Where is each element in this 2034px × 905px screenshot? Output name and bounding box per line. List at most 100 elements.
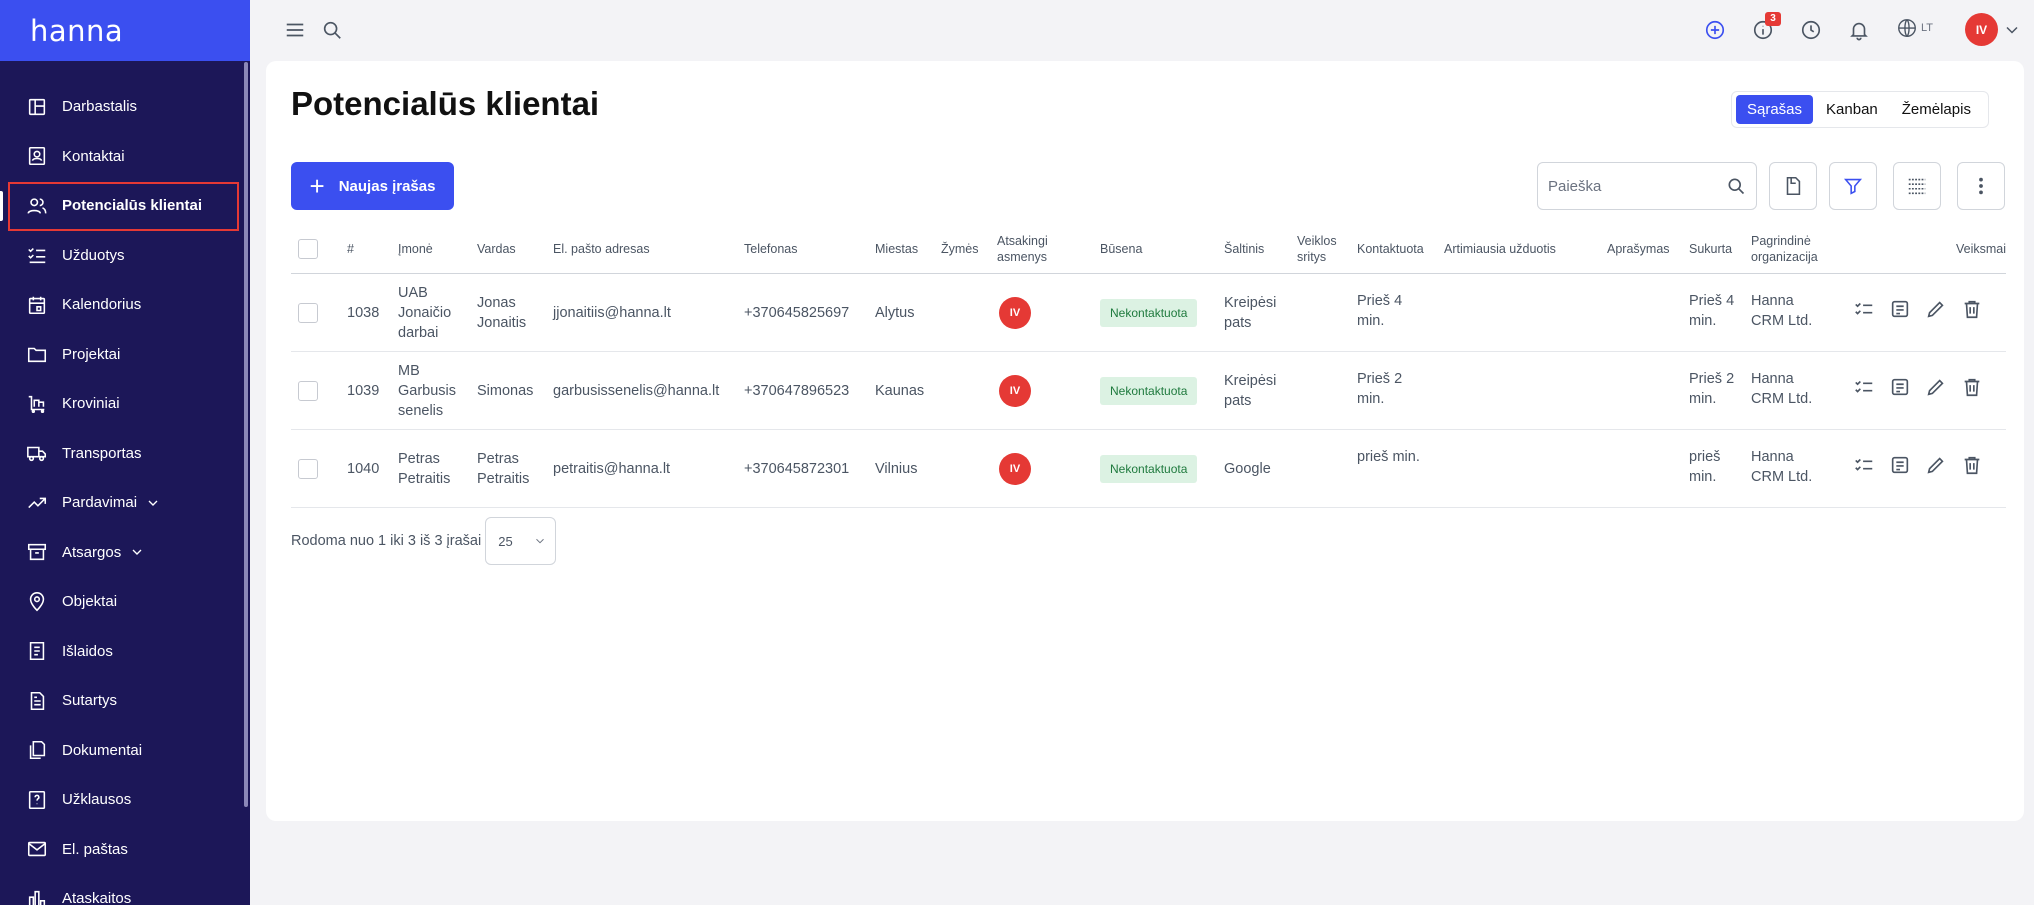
sidebar-item-potencialus-klientai[interactable]: Potencialūs klientai: [0, 181, 250, 231]
search-icon[interactable]: [1726, 176, 1746, 196]
phone-link[interactable]: +370647896523: [744, 352, 849, 430]
col-status[interactable]: Būsena: [1100, 224, 1142, 274]
new-record-button[interactable]: + Naujas įrašas: [291, 162, 454, 210]
sidebar-item-kontaktai[interactable]: Kontaktai: [0, 132, 250, 182]
sidebar-item-label: Išlaidos: [62, 642, 113, 660]
sidebar-item-kalendorius[interactable]: Kalendorius: [0, 280, 250, 330]
columns-button[interactable]: [1893, 162, 1941, 210]
trash-icon[interactable]: [1959, 452, 1984, 477]
chevron-down-icon[interactable]: [145, 495, 161, 511]
name-link[interactable]: Jonas Jonaitis: [477, 274, 547, 352]
select-all-checkbox[interactable]: [298, 239, 318, 259]
col-org[interactable]: Pagrindinė organizacija: [1751, 224, 1831, 274]
menu-icon[interactable]: [280, 15, 310, 45]
chevron-down-icon[interactable]: [2002, 20, 2022, 40]
email-link[interactable]: petraitis@hanna.lt: [553, 430, 670, 508]
edit-icon[interactable]: [1923, 296, 1948, 321]
responsible-avatar[interactable]: IV: [999, 453, 1031, 485]
row-checkbox[interactable]: [298, 459, 318, 479]
table-row[interactable]: 1039 MB Garbusis senelis Simonas garbusisse…: [291, 352, 2006, 430]
col-tags[interactable]: Žymės: [941, 224, 979, 274]
sidebar-item-sutartys[interactable]: Sutartys: [0, 676, 250, 726]
note-icon[interactable]: [1887, 452, 1912, 477]
col-created[interactable]: Sukurta: [1689, 224, 1732, 274]
email-link[interactable]: garbusissenelis@hanna.lt: [553, 352, 719, 430]
sidebar-item-islaidos[interactable]: Išlaidos: [0, 627, 250, 677]
view-map-button[interactable]: Žemėlapis: [1891, 95, 1982, 124]
search-input[interactable]: [1548, 177, 1718, 195]
sidebar-item-ataskaitos[interactable]: Ataskaitos: [0, 874, 250, 905]
col-phone[interactable]: Telefonas: [744, 224, 798, 274]
view-kanban-button[interactable]: Kanban: [1815, 95, 1889, 124]
note-icon[interactable]: [1887, 374, 1912, 399]
lead-id-link[interactable]: 1040: [347, 430, 379, 508]
col-description[interactable]: Aprašymas: [1607, 224, 1670, 274]
info-notifications-icon[interactable]: 3: [1748, 12, 1781, 45]
row-checkbox[interactable]: [298, 381, 318, 401]
col-source[interactable]: Šaltinis: [1224, 224, 1264, 274]
company-link[interactable]: UAB Jonaičio darbai: [398, 274, 468, 352]
row-checkbox[interactable]: [298, 303, 318, 323]
phone-link[interactable]: +370645872301: [744, 430, 849, 508]
per-page-select[interactable]: 25: [485, 517, 557, 565]
edit-icon[interactable]: [1923, 374, 1948, 399]
trash-icon[interactable]: [1959, 374, 1984, 399]
user-avatar[interactable]: IV: [1965, 13, 1998, 46]
responsible-avatar[interactable]: IV: [999, 297, 1031, 329]
add-circle-icon[interactable]: [1700, 15, 1730, 45]
phone-link[interactable]: +370645825697: [744, 274, 849, 352]
lead-id-link[interactable]: 1039: [347, 352, 379, 430]
responsible-avatar[interactable]: IV: [999, 375, 1031, 407]
col-contacted[interactable]: Kontaktuota: [1357, 224, 1424, 274]
col-name[interactable]: Vardas: [477, 224, 516, 274]
sidebar-scrollbar[interactable]: [244, 62, 248, 807]
sidebar-item-atsargos[interactable]: Atsargos: [0, 528, 250, 578]
filter-button[interactable]: [1829, 162, 1877, 210]
col-email[interactable]: El. pašto adresas: [553, 224, 650, 274]
export-button[interactable]: [1769, 162, 1817, 210]
sidebar-item-objektai[interactable]: Objektai: [0, 577, 250, 627]
name-link[interactable]: Simonas: [477, 352, 547, 430]
brand-logo[interactable]: hanna: [0, 0, 250, 61]
language-switch[interactable]: LT: [1896, 17, 1933, 39]
note-icon[interactable]: [1887, 296, 1912, 321]
col-next-task[interactable]: Artimiausia užduotis: [1444, 224, 1556, 274]
sidebar-item-uzklausos[interactable]: Užklausos: [0, 775, 250, 825]
sidebar-item-projektai[interactable]: Projektai: [0, 330, 250, 380]
sidebar-item-pardavimai[interactable]: Pardavimai: [0, 478, 250, 528]
sidebar-item-label: Sutartys: [62, 692, 118, 710]
archive-icon: [26, 541, 48, 563]
sidebar-item-darbastalis[interactable]: Darbastalis: [0, 82, 250, 132]
col-id[interactable]: #: [347, 224, 354, 274]
company-link[interactable]: Petras Petraitis: [398, 430, 468, 508]
view-list-button[interactable]: Sąrašas: [1736, 95, 1814, 124]
bar-chart-icon: [26, 888, 48, 905]
table-row[interactable]: 1038 UAB Jonaičio darbai Jonas Jonaitis jjo…: [291, 274, 2006, 352]
task-list-icon[interactable]: [1851, 296, 1876, 321]
trash-icon[interactable]: [1959, 296, 1984, 321]
lead-id-link[interactable]: 1038: [347, 274, 379, 352]
col-activity[interactable]: Veiklos sritys: [1297, 224, 1345, 274]
clock-icon[interactable]: [1796, 15, 1826, 45]
sidebar-item-kroviniai[interactable]: Kroviniai: [0, 379, 250, 429]
email-link[interactable]: jjonaitiis@hanna.lt: [553, 274, 671, 352]
contacted-cell: Prieš 4 min.: [1357, 293, 1403, 329]
more-options-button[interactable]: [1957, 162, 2005, 210]
company-link[interactable]: MB Garbusis senelis: [398, 352, 468, 430]
bell-icon[interactable]: [1844, 15, 1874, 45]
edit-icon[interactable]: [1923, 452, 1948, 477]
table-row[interactable]: 1040 Petras Petraitis Petras Petraitis petr…: [291, 430, 2006, 508]
task-list-icon[interactable]: [1851, 374, 1876, 399]
sidebar-item-label: Objektai: [62, 593, 118, 611]
sidebar-item-dokumentai[interactable]: Dokumentai: [0, 726, 250, 776]
sidebar-item-el-pastas[interactable]: El. paštas: [0, 825, 250, 875]
col-city[interactable]: Miestas: [875, 224, 918, 274]
name-link[interactable]: Petras Petraitis: [477, 430, 547, 508]
col-company[interactable]: Įmonė: [398, 224, 433, 274]
sidebar-item-uzduotys[interactable]: Užduotys: [0, 231, 250, 281]
chevron-down-icon[interactable]: [129, 544, 145, 560]
sidebar-item-transportas[interactable]: Transportas: [0, 429, 250, 479]
task-list-icon[interactable]: [1851, 452, 1876, 477]
col-responsible[interactable]: Atsakingi asmenys: [997, 224, 1057, 274]
search-icon[interactable]: [317, 15, 347, 45]
